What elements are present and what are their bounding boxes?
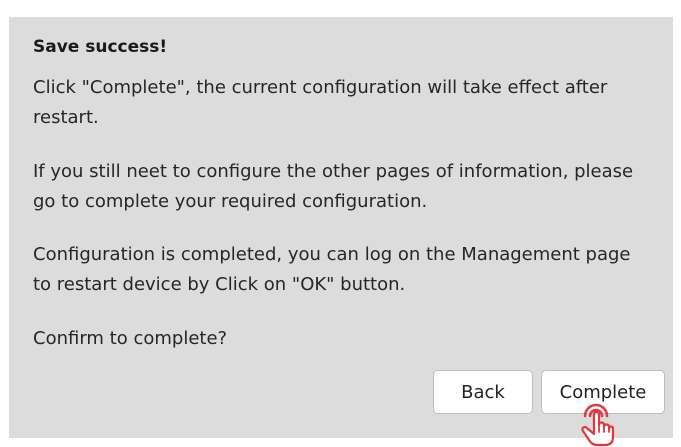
back-button[interactable]: Back — [433, 370, 533, 414]
management-restart-info-text: Configuration is completed, you can log … — [33, 244, 631, 295]
other-pages-info-text: If you still neet to configure the other… — [33, 161, 634, 212]
restart-info-text: Click "Complete", the current configurat… — [33, 77, 608, 128]
hand-pointer-icon — [581, 403, 615, 447]
confirm-question-text: Confirm to complete? — [33, 328, 228, 349]
dialog-title: Save success! — [33, 37, 168, 57]
save-success-dialog: Save success! Click "Complete", the curr… — [9, 17, 673, 438]
